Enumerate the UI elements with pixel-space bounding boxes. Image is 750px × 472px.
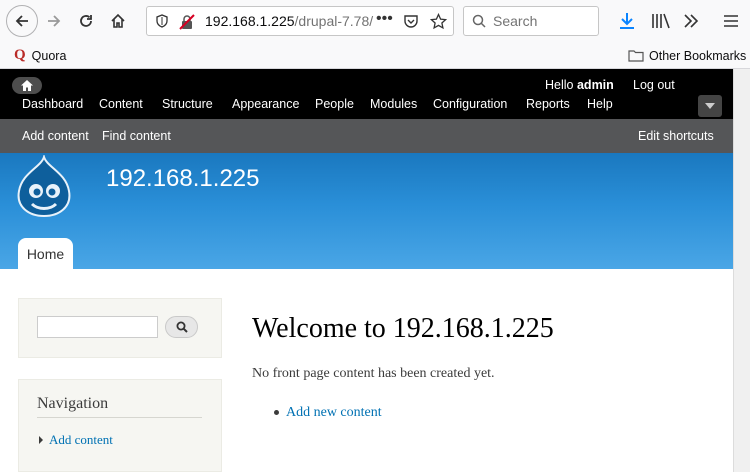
edit-shortcuts-link[interactable]: Edit shortcuts [638, 129, 714, 143]
username[interactable]: admin [577, 78, 614, 92]
quora-icon: Q [14, 47, 26, 63]
bookmarks-bar: Q Quora Other Bookmarks [0, 42, 750, 69]
bookmark-quora[interactable]: Q Quora [14, 47, 66, 64]
chevron-down-icon [705, 103, 715, 109]
search-icon [472, 14, 486, 28]
url-host: 192.168.1.225 [205, 13, 295, 29]
back-arrow-icon [15, 15, 28, 27]
url-text[interactable]: 192.168.1.225/drupal-7.78/ [205, 13, 373, 29]
library-icon[interactable] [651, 12, 671, 30]
hamburger-menu-icon[interactable] [723, 14, 739, 28]
drupal-logo-icon[interactable] [14, 155, 74, 217]
shield-icon[interactable] [155, 14, 169, 28]
overflow-chevron-icon[interactable] [683, 13, 699, 29]
collapsed-arrow-icon [39, 436, 43, 444]
shortcut-add-content[interactable]: Add content [22, 129, 89, 143]
site-search-input[interactable] [37, 316, 158, 338]
back-button[interactable] [6, 5, 38, 37]
vertical-scrollbar[interactable] [733, 69, 750, 472]
page-title: Welcome to 192.168.1.225 [252, 313, 554, 344]
home-icon [111, 13, 125, 28]
menu-dashboard[interactable]: Dashboard [22, 97, 83, 111]
shortcuts-toggle-button[interactable] [698, 95, 722, 117]
menu-modules[interactable]: Modules [370, 97, 417, 111]
bookmark-label: Quora [31, 48, 67, 63]
url-bar[interactable]: 192.168.1.225/drupal-7.78/ ••• [146, 6, 454, 36]
reload-icon [80, 15, 92, 27]
magnifier-icon [176, 321, 188, 333]
navigation-block: Navigation Add content [18, 379, 222, 472]
site-header: 192.168.1.225 Home [0, 153, 733, 270]
greeting: Hello admin [545, 78, 614, 92]
nav-add-content-link[interactable]: Add content [49, 432, 113, 448]
drupal-admin-toolbar: Hello admin Log out Dashboard Content St… [0, 69, 733, 119]
site-search-button[interactable] [165, 316, 198, 338]
menu-configuration[interactable]: Configuration [433, 97, 507, 111]
forward-arrow-icon [48, 15, 61, 27]
no-content-message: No front page content has been created y… [252, 366, 495, 381]
page-actions-icon[interactable]: ••• [376, 10, 393, 28]
other-bookmarks-label: Other Bookmarks [649, 48, 747, 63]
bookmark-star-icon[interactable] [430, 13, 447, 30]
toolbar-home-button[interactable] [12, 77, 42, 94]
menu-structure[interactable]: Structure [162, 97, 213, 111]
browser-toolbar: 192.168.1.225/drupal-7.78/ ••• Search [0, 0, 750, 42]
menu-appearance[interactable]: Appearance [232, 97, 299, 111]
menu-reports[interactable]: Reports [526, 97, 570, 111]
main-content-area: Navigation Add content Welcome to 192.16… [0, 269, 733, 472]
home-button[interactable] [102, 5, 134, 37]
logout-link[interactable]: Log out [633, 78, 675, 92]
add-new-content-link[interactable]: Add new content [286, 405, 382, 421]
house-icon [21, 80, 33, 91]
shortcut-find-content[interactable]: Find content [102, 129, 171, 143]
forward-button[interactable] [38, 5, 70, 37]
navigation-divider [37, 417, 202, 418]
other-bookmarks[interactable]: Other Bookmarks [628, 47, 746, 64]
folder-icon [628, 50, 644, 62]
search-block [18, 298, 222, 358]
menu-content[interactable]: Content [99, 97, 143, 111]
site-name[interactable]: 192.168.1.225 [106, 165, 259, 193]
reload-button[interactable] [70, 5, 102, 37]
page-viewport: Hello admin Log out Dashboard Content St… [0, 69, 733, 472]
downloads-icon[interactable] [618, 12, 636, 30]
insecure-lock-icon[interactable] [179, 14, 195, 30]
list-bullet [274, 410, 279, 415]
search-bar[interactable]: Search [463, 6, 599, 36]
menu-people[interactable]: People [315, 97, 354, 111]
pocket-icon[interactable] [403, 14, 419, 30]
search-placeholder: Search [493, 13, 538, 29]
tab-home[interactable]: Home [18, 238, 73, 270]
menu-help[interactable]: Help [587, 97, 613, 111]
navigation-title: Navigation [37, 395, 109, 412]
url-path: /drupal-7.78/ [294, 13, 374, 29]
shortcuts-bar: Add content Find content Edit shortcuts [0, 119, 733, 153]
greeting-prefix: Hello [545, 78, 574, 92]
